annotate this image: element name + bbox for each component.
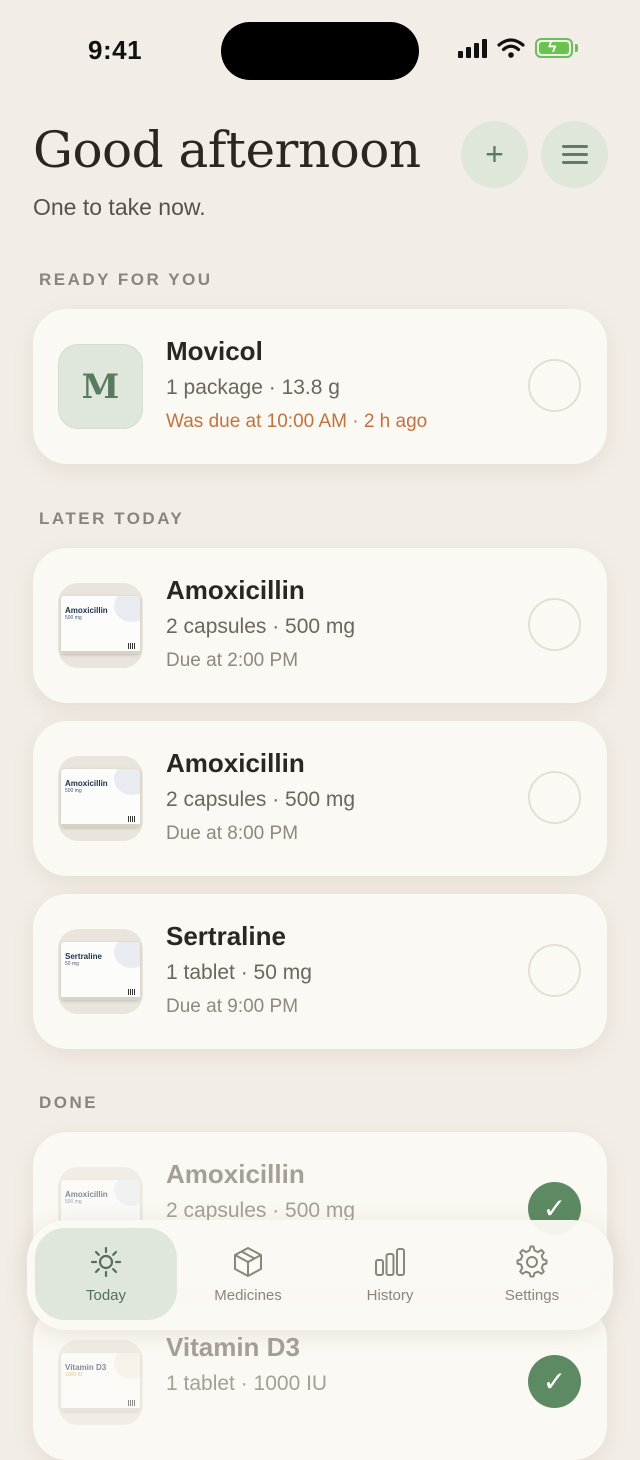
medication-name: Movicol — [166, 336, 263, 366]
medication-due: Due at 8:00 PM — [166, 823, 299, 844]
signal-icon — [458, 38, 487, 58]
medication-card[interactable]: Amoxicillin 500 mg Amoxicillin 2 capsules… — [33, 721, 607, 876]
tab-history[interactable]: History — [319, 1228, 461, 1320]
status-icons: ϟ — [458, 38, 578, 58]
take-checkbox[interactable] — [528, 598, 581, 651]
medication-dose: 2 capsules · 500 mg — [166, 788, 356, 811]
take-checkbox[interactable] — [528, 359, 581, 412]
page-subtitle: One to take now. — [33, 194, 206, 220]
menu-button[interactable] — [541, 121, 608, 188]
sun-icon — [90, 1246, 122, 1277]
medication-box-image: Amoxicillin 500 mg — [58, 756, 143, 841]
medication-name: Amoxicillin — [166, 1159, 305, 1189]
medication-name: Vitamin D3 — [166, 1332, 300, 1362]
box-icon — [234, 1246, 262, 1277]
medication-name: Sertraline — [166, 921, 286, 951]
tab-bar: Today Medicines History Settings — [27, 1220, 613, 1330]
medication-dose: 1 package · 13.8 g — [166, 376, 340, 399]
medication-card[interactable]: Sertraline 50 mg Sertraline 1 tablet · 50… — [33, 894, 607, 1049]
take-checkbox[interactable] — [528, 771, 581, 824]
tab-label: History — [366, 1286, 414, 1304]
bar-chart-icon — [375, 1247, 405, 1276]
medication-dose: 1 tablet · 50 mg — [166, 961, 312, 984]
page-title: Good afternoon — [33, 121, 421, 179]
wifi-icon — [497, 38, 525, 58]
medication-box-image: Amoxicillin 500 mg — [58, 583, 143, 668]
tab-medicines[interactable]: Medicines — [177, 1228, 319, 1320]
tab-label: Today — [85, 1286, 127, 1304]
medication-dose: 1 tablet · 1000 IU — [166, 1372, 328, 1395]
tab-settings[interactable]: Settings — [461, 1228, 603, 1320]
add-button[interactable]: + — [461, 121, 528, 188]
medication-name: Amoxicillin — [166, 748, 305, 778]
plus-icon: + — [485, 136, 504, 172]
section-label-ready: READY FOR YOU — [39, 270, 213, 289]
tab-today[interactable]: Today — [35, 1228, 177, 1320]
take-checkbox[interactable] — [528, 944, 581, 997]
medication-letter-avatar: M — [58, 344, 143, 429]
status-time: 9:41 — [88, 35, 143, 65]
medication-card[interactable]: Amoxicillin 500 mg Amoxicillin 2 capsules… — [33, 548, 607, 703]
medication-due-overdue: Was due at 10:00 AM · 2 h ago — [166, 411, 428, 432]
dynamic-island — [221, 22, 419, 80]
medication-name: Amoxicillin — [166, 575, 305, 605]
medication-dose: 2 capsules · 500 mg — [166, 615, 356, 638]
menu-icon — [561, 145, 588, 164]
medication-due: Due at 2:00 PM — [166, 650, 299, 671]
medication-card[interactable]: M Movicol 1 package · 13.8 g Was due at … — [33, 309, 607, 464]
section-label-later: LATER TODAY — [39, 509, 185, 528]
taken-check-icon[interactable]: ✓ — [528, 1355, 581, 1408]
gear-icon — [516, 1245, 548, 1277]
battery-icon: ϟ — [535, 38, 573, 58]
tab-label: Settings — [504, 1286, 560, 1304]
tab-label: Medicines — [214, 1286, 282, 1304]
status-bar: 9:41 ϟ — [0, 0, 640, 100]
medication-due: Due at 9:00 PM — [166, 996, 299, 1017]
medication-box-image: Vitamin D3 1000 IU — [58, 1340, 143, 1425]
medication-box-image: Sertraline 50 mg — [58, 929, 143, 1014]
section-label-done: DONE — [39, 1093, 99, 1112]
